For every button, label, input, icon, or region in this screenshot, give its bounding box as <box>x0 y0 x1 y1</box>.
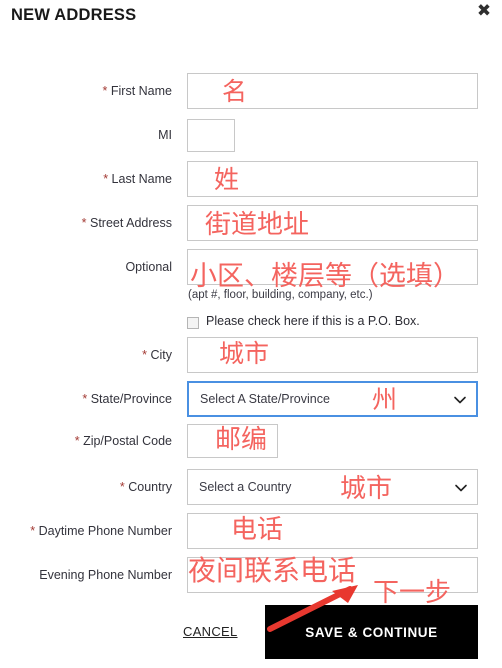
required-marker: * <box>74 434 80 448</box>
state-province-select[interactable]: Select A State/Province <box>187 381 478 417</box>
state-province-selected-value: Select A State/Province <box>200 392 330 406</box>
chevron-down-icon <box>453 393 466 406</box>
required-marker: * <box>81 216 87 230</box>
street-address-input[interactable] <box>187 205 478 241</box>
country-selected-value: Select a Country <box>199 480 292 494</box>
required-marker: * <box>119 480 125 494</box>
label-last-name: * Last Name <box>103 172 172 186</box>
cancel-button[interactable]: CANCEL <box>183 624 238 639</box>
label-street-address: * Street Address <box>81 216 172 230</box>
required-marker: * <box>82 392 88 406</box>
daytime-phone-number-input[interactable] <box>187 513 478 549</box>
optional-address-input[interactable] <box>187 249 478 285</box>
address-form: * First Name MI * Last Name * Street Add… <box>0 0 502 668</box>
required-marker: * <box>103 172 109 186</box>
city-input[interactable] <box>187 337 478 373</box>
label-daytime-phone-number: * Daytime Phone Number <box>30 524 172 538</box>
label-state-province: * State/Province <box>82 392 172 406</box>
save-and-continue-button[interactable]: SAVE & CONTINUE <box>265 605 478 659</box>
label-zip-postal-code: * Zip/Postal Code <box>74 434 172 448</box>
label-city: * City <box>142 348 172 362</box>
mi-input[interactable] <box>187 119 235 152</box>
evening-phone-number-input[interactable] <box>187 557 478 593</box>
label-country: * Country <box>119 480 172 494</box>
zip-postal-code-input[interactable] <box>187 424 278 458</box>
label-optional: Optional <box>125 260 172 274</box>
last-name-input[interactable] <box>187 161 478 197</box>
chevron-down-icon <box>454 481 467 494</box>
required-marker: * <box>102 84 108 98</box>
required-marker: * <box>30 524 36 538</box>
label-evening-phone-number: Evening Phone Number <box>39 568 172 582</box>
required-marker: * <box>142 348 147 362</box>
po-box-checkbox-label: Please check here if this is a P.O. Box. <box>206 314 420 328</box>
optional-address-hint: (apt #, floor, building, company, etc.) <box>188 289 373 301</box>
label-first-name: * First Name <box>102 84 172 98</box>
first-name-input[interactable] <box>187 73 478 109</box>
label-mi: MI <box>158 128 172 142</box>
country-select[interactable]: Select a Country <box>187 469 478 505</box>
new-address-dialog: NEW ADDRESS ✖ * First Name MI * Last Nam… <box>0 0 502 668</box>
po-box-checkbox[interactable] <box>187 317 199 329</box>
